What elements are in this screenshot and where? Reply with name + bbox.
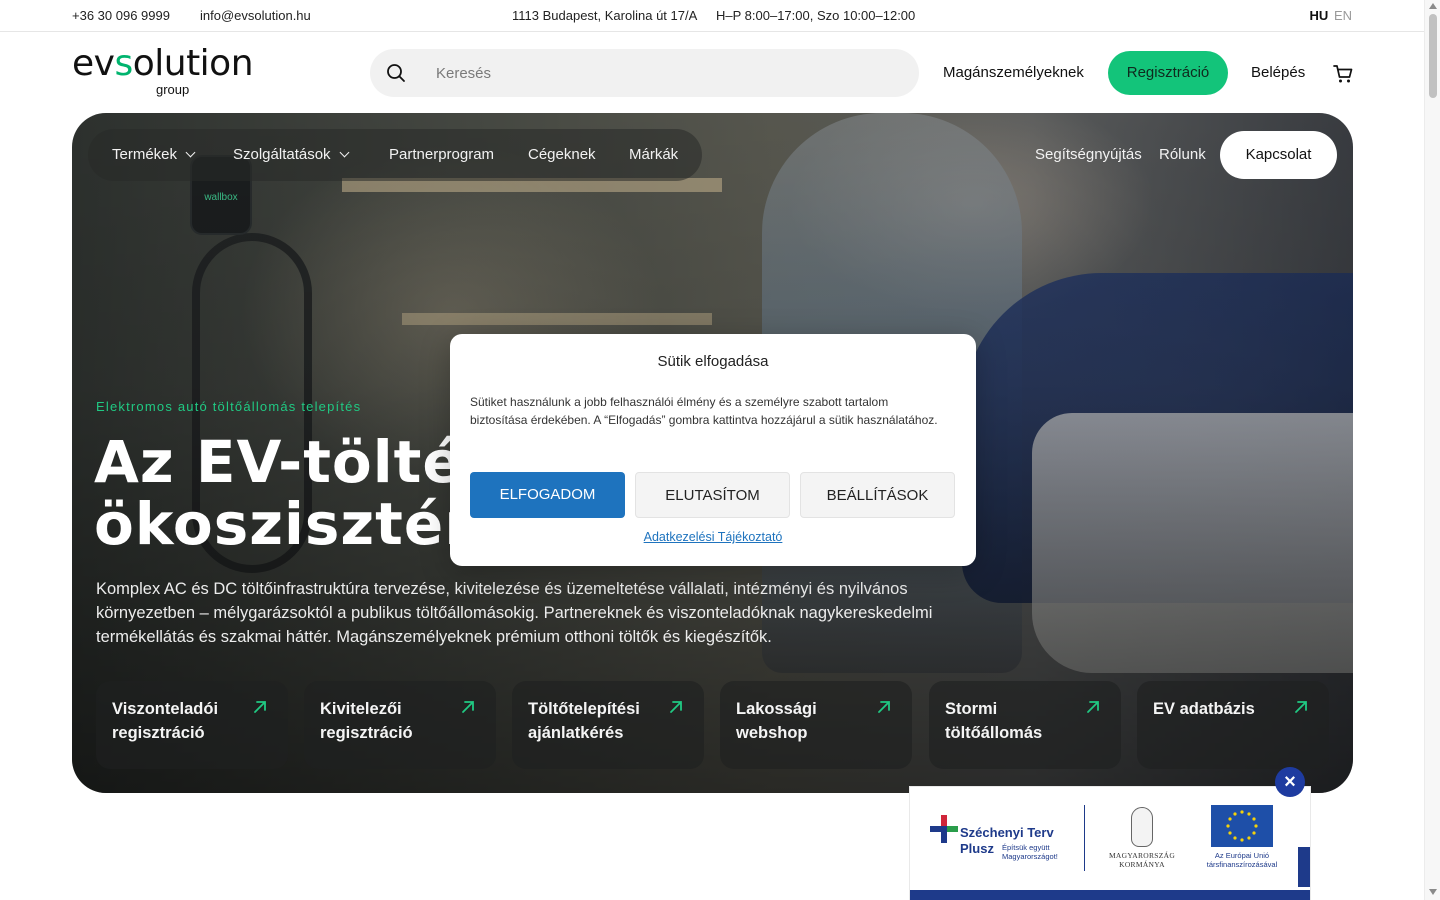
tile-label: Lakossági webshop [736,700,817,742]
szechenyi-cross-icon [930,815,958,843]
arrow-up-right-icon [462,701,474,713]
cookie-dialog-body: Sütiket használunk a jobb felhasználói é… [470,395,938,427]
szechenyi-funding-banner[interactable]: × Széchenyi Terv Plusz Építsük együtt Ma… [910,767,1310,900]
tile-installation-quote[interactable]: Töltőtelepítési ajánlatkérés [512,681,704,769]
search-bar [370,49,919,97]
search-icon[interactable] [386,63,406,83]
szechenyi-terv-logo: Széchenyi Terv Plusz Építsük együtt Magy… [930,811,1080,871]
banner-bottom-bar [910,890,1310,900]
language-switcher: HU EN [1310,8,1352,23]
tile-residential-webshop[interactable]: Lakossági webshop [720,681,912,769]
page: +36 30 096 9999 info@evsolution.hu 1113 … [0,0,1440,900]
tile-ev-database[interactable]: EV adatbázis [1137,681,1329,769]
tile-label: Stormi töltőállomás [945,700,1043,742]
cookie-settings-button[interactable]: BEÁLLÍTÁSOK [800,472,955,518]
private-customers-link[interactable]: Magánszemélyeknek [943,64,1084,81]
logo-wordmark: evsolution [72,43,254,84]
cookie-deny-button[interactable]: ELUTASÍTOM [635,472,790,518]
eu-cofinanced-label: Az Európai Unió társfinanszírozásával [1206,851,1278,869]
logo-subtitle: group [156,82,190,97]
arrow-up-right-icon [1087,701,1099,713]
lang-hu-link[interactable]: HU [1310,8,1329,23]
nav-item-about[interactable]: Rólunk [1159,146,1206,163]
arrow-up-right-icon [254,701,266,713]
contact-button[interactable]: Kapcsolat [1220,131,1337,179]
government-label: MAGYARORSZÁG KORMÁNYA [1108,851,1176,869]
hero-kicker: Elektromos autó töltőállomás telepítés [96,399,362,414]
tile-stormi-station[interactable]: Stormi töltőállomás [929,681,1121,769]
cookie-accept-button[interactable]: ELFOGADOM [470,472,625,518]
coat-of-arms-icon [1131,807,1153,847]
address-text: 1113 Budapest, Karolina út 17/A [512,8,698,23]
page-scrollbar[interactable] [1424,0,1440,900]
chevron-down-icon [339,147,350,158]
nav-item-help[interactable]: Segítségnyújtás [1035,146,1142,163]
cart-icon[interactable] [1332,63,1354,85]
nav-item-services[interactable]: Szolgáltatások [233,146,350,163]
arrow-up-right-icon [1295,701,1307,713]
tile-contractor-registration[interactable]: Kivitelezői regisztráció [304,681,496,769]
arrow-up-right-icon [670,701,682,713]
banner-divider [1084,805,1085,871]
tile-label: Kivitelezői regisztráció [320,700,413,742]
nav-item-brands[interactable]: Márkák [629,146,678,163]
close-icon[interactable]: × [1275,767,1305,797]
phone-link[interactable]: +36 30 096 9999 [72,8,170,23]
szechenyi-title: Széchenyi Terv [960,825,1054,840]
cookie-dialog-title: Sütik elfogadása [657,353,769,370]
evsolution-logo[interactable]: evsolution group [72,44,292,100]
scroll-down-arrow-icon[interactable] [1429,889,1437,895]
top-info-bar: +36 30 096 9999 info@evsolution.hu 1113 … [0,0,1424,32]
hungarian-government-logo: MAGYARORSZÁG KORMÁNYA [1102,807,1182,877]
scrollbar-thumb[interactable] [1429,14,1437,98]
nav-item-partner-program[interactable]: Partnerprogram [389,146,494,163]
nav-item-products[interactable]: Termékek [112,146,196,163]
register-button[interactable]: Regisztráció [1108,51,1228,95]
tile-label: EV adatbázis [1153,700,1255,718]
hero-description: Komplex AC és DC töltőinfrastruktúra ter… [96,580,933,646]
tile-label: Töltőtelepítési ajánlatkérés [528,700,640,742]
szechenyi-tagline: Építsük együtt Magyarországot! [1002,843,1058,861]
main-nav: Termékek Szolgáltatások Partnerprogram C… [88,129,702,181]
privacy-policy-link[interactable]: Adatkezelési Tájékoztató [450,530,976,544]
arrow-up-right-icon [878,701,890,713]
eu-flag-icon [1211,805,1273,847]
opening-hours-text: H–P 8:00–17:00, Szo 10:00–12:00 [716,8,916,23]
scroll-up-arrow-icon[interactable] [1429,3,1437,9]
lang-en-link[interactable]: EN [1334,8,1352,23]
tile-reseller-registration[interactable]: Viszonteladói regisztráció [96,681,288,769]
cookie-consent-dialog: Sütik elfogadása Sütiket használunk a jo… [450,334,976,566]
chevron-down-icon [185,147,196,158]
login-link[interactable]: Belépés [1251,64,1305,81]
email-link[interactable]: info@evsolution.hu [200,8,311,23]
tile-label: Viszonteladói regisztráció [112,700,219,742]
banner-side-stripe [1298,847,1310,887]
nav-item-for-companies[interactable]: Cégeknek [528,146,596,163]
eu-logo: Az Európai Unió társfinanszírozásával [1196,805,1288,875]
search-input[interactable] [436,61,896,85]
szechenyi-plus: Plusz [960,841,994,856]
